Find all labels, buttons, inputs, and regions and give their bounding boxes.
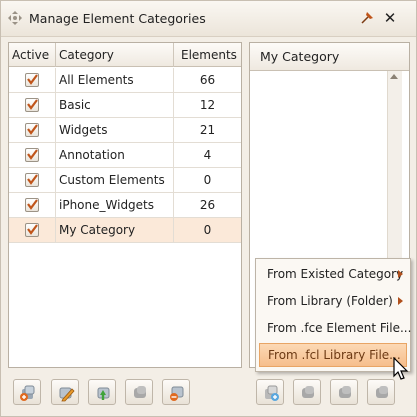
table-row[interactable]: Custom Elements 0	[9, 168, 241, 193]
add-element-button[interactable]	[256, 379, 284, 405]
move-up-icon	[97, 387, 110, 400]
categories-table: Active Category Elements All Elements 66…	[8, 42, 242, 368]
add-category-button[interactable]	[13, 379, 41, 405]
mouse-cursor-icon	[393, 357, 409, 380]
element-count: 66	[199, 73, 216, 87]
table-row-selected[interactable]: My Category 0	[9, 218, 241, 243]
category-name: Basic	[56, 93, 174, 118]
active-checkbox[interactable]	[25, 98, 39, 112]
disabled-button[interactable]	[330, 379, 358, 405]
menu-item-from-fce-file[interactable]: From .fce Element File...	[259, 316, 411, 340]
manage-categories-window: Manage Element Categories ✕ Active Categ…	[0, 0, 417, 417]
menu-item-from-existed-category[interactable]: From Existed Category	[259, 262, 407, 286]
category-name: iPhone_Widgets	[56, 193, 174, 218]
delete-category-icon	[170, 386, 184, 401]
add-element-icon	[265, 385, 279, 401]
delete-category-button[interactable]	[162, 379, 190, 405]
edit-category-icon	[59, 387, 75, 402]
category-name: All Elements	[56, 68, 174, 93]
category-name: Annotation	[56, 143, 174, 168]
menu-item-from-fcl-file[interactable]: From .fcl Library File...	[259, 343, 407, 367]
add-elements-menu: From Existed Category From Library (Fold…	[255, 258, 411, 372]
table-header: Active Category Elements	[9, 43, 241, 67]
active-checkbox[interactable]	[25, 223, 39, 237]
move-category-button[interactable]	[88, 379, 116, 405]
element-count: 4	[203, 148, 212, 162]
column-header-category[interactable]: Category	[56, 43, 174, 67]
active-checkbox[interactable]	[25, 148, 39, 162]
table-row[interactable]: Basic 12	[9, 93, 241, 118]
submenu-arrow-icon	[398, 297, 403, 305]
table-row[interactable]: Annotation 4	[9, 143, 241, 168]
category-name: Widgets	[56, 118, 174, 143]
active-checkbox[interactable]	[25, 173, 39, 187]
edit-category-button[interactable]	[51, 379, 79, 405]
disabled-button[interactable]	[367, 379, 395, 405]
disabled-icon	[134, 386, 146, 398]
pin-icon[interactable]	[361, 12, 373, 24]
add-category-icon	[20, 385, 35, 401]
category-name: My Category	[56, 218, 174, 243]
active-checkbox[interactable]	[25, 123, 39, 137]
table-row[interactable]: Widgets 21	[9, 118, 241, 143]
element-count: 0	[203, 223, 212, 237]
element-count: 26	[199, 198, 216, 212]
close-icon[interactable]: ✕	[382, 9, 398, 27]
element-count: 0	[203, 173, 212, 187]
disabled-button[interactable]	[293, 379, 321, 405]
title-bar[interactable]: Manage Element Categories ✕	[1, 1, 416, 37]
panel-title: My Category	[250, 43, 409, 71]
column-header-elements[interactable]: Elements	[174, 43, 241, 67]
disabled-icon	[302, 386, 314, 398]
disabled-button[interactable]	[125, 379, 153, 405]
disabled-icon	[339, 386, 351, 398]
menu-item-from-library-folder[interactable]: From Library (Folder)	[259, 289, 407, 313]
active-checkbox[interactable]	[25, 73, 39, 87]
element-count: 21	[199, 123, 216, 137]
move-grip-icon[interactable]	[8, 11, 22, 25]
disabled-icon	[376, 386, 388, 398]
window-title: Manage Element Categories	[29, 11, 206, 26]
scroll-up-icon[interactable]	[390, 74, 398, 79]
element-count: 12	[199, 98, 216, 112]
table-row[interactable]: All Elements 66	[9, 68, 241, 93]
column-header-active[interactable]: Active	[9, 43, 56, 67]
category-name: Custom Elements	[56, 168, 174, 193]
table-row[interactable]: iPhone_Widgets 26	[9, 193, 241, 218]
submenu-arrow-icon	[398, 270, 403, 278]
active-checkbox[interactable]	[25, 198, 39, 212]
